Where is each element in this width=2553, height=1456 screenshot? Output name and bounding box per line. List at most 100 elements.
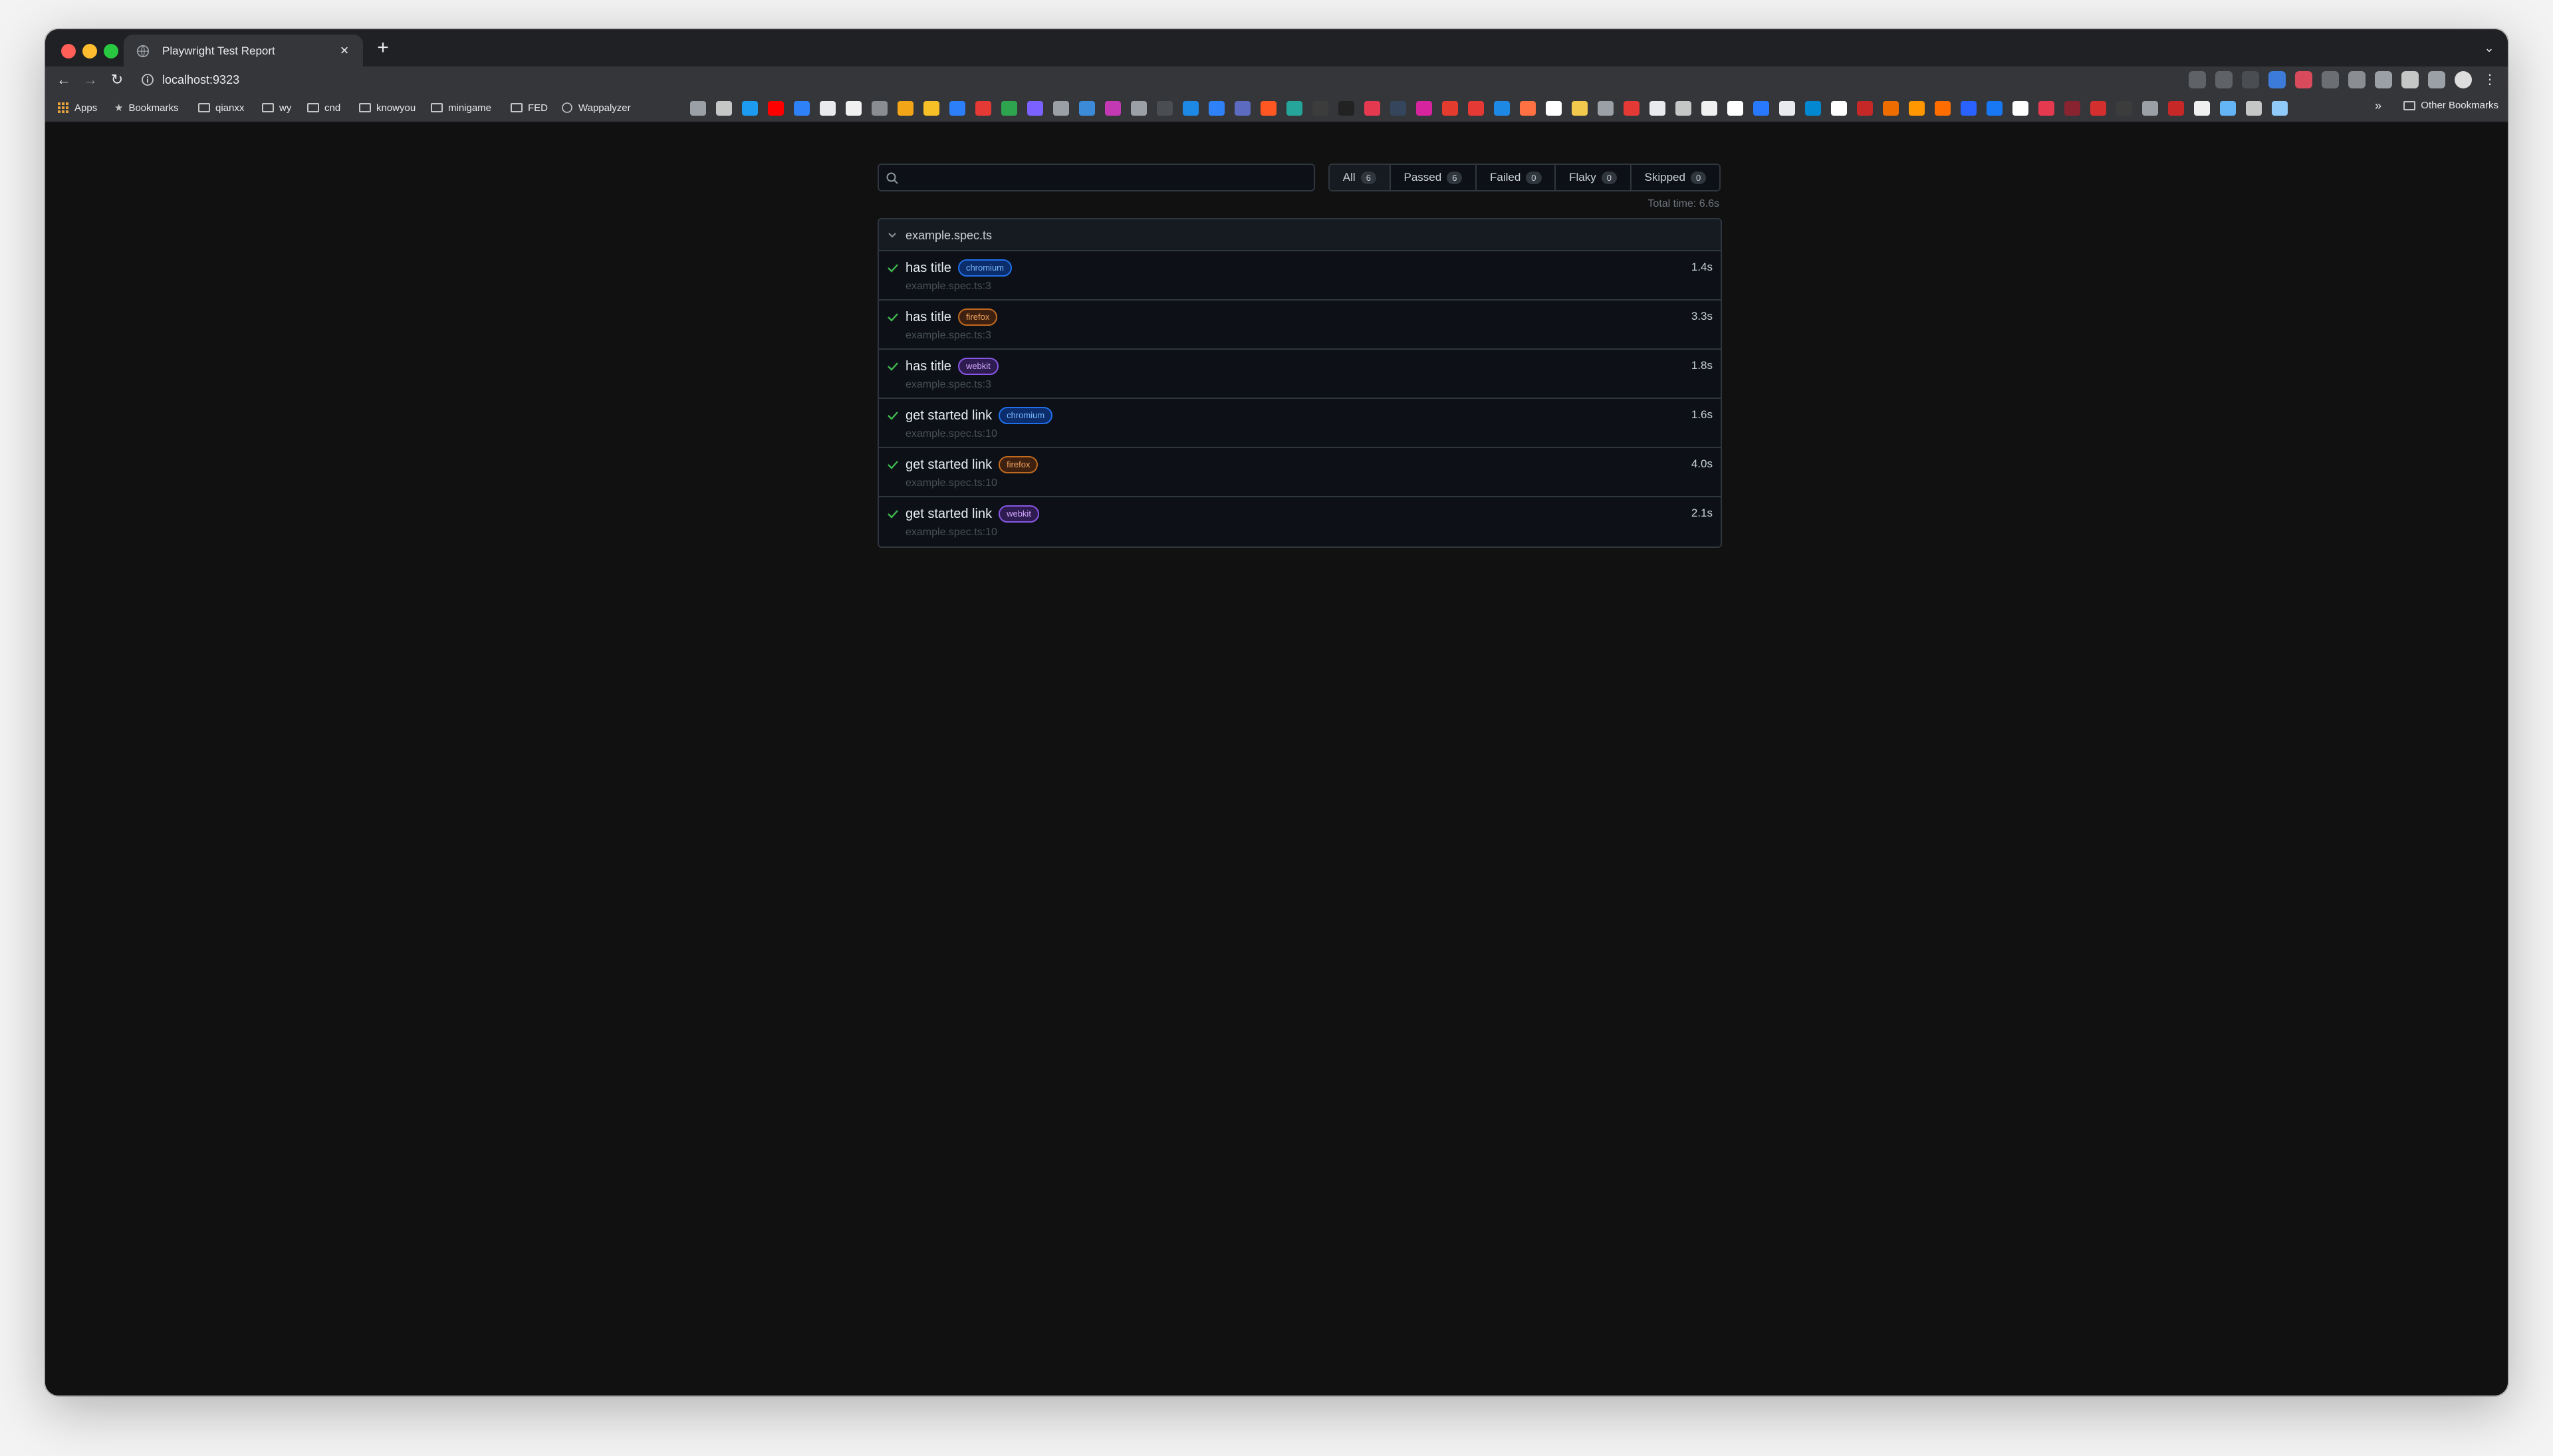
favicon-icon[interactable]: [2090, 101, 2106, 116]
search-field[interactable]: [878, 164, 1315, 191]
extension-icon[interactable]: [2348, 71, 2366, 88]
pocket-icon[interactable]: [2295, 71, 2312, 88]
favicon-icon[interactable]: [2194, 101, 2210, 116]
bookmark-folder-qianxx[interactable]: qianxx: [198, 100, 244, 116]
window-minimize-button[interactable]: [82, 44, 97, 59]
test-row[interactable]: get started link webkit example.spec.ts:…: [879, 497, 1721, 546]
favicon-icon[interactable]: [1261, 101, 1276, 116]
favicon-icon[interactable]: [1779, 101, 1795, 116]
favicon-icon[interactable]: [1831, 101, 1847, 116]
favicon-icon[interactable]: [1338, 101, 1354, 116]
address-bar[interactable]: localhost:9323: [162, 72, 239, 87]
favicon-icon[interactable]: [1235, 101, 1251, 116]
forward-button[interactable]: →: [81, 70, 100, 89]
favicon-icon[interactable]: [1079, 101, 1095, 116]
favicon-icon[interactable]: [1805, 101, 1821, 116]
favicon-icon[interactable]: [1027, 101, 1043, 116]
favicon-icon[interactable]: [1675, 101, 1691, 116]
favicon-icon[interactable]: [2246, 101, 2262, 116]
filter-flaky[interactable]: Flaky 0: [1556, 165, 1632, 190]
favicon-icon[interactable]: [1209, 101, 1225, 116]
favicon-icon[interactable]: [2116, 101, 2132, 116]
bookmark-folder-minigame[interactable]: minigame: [431, 100, 491, 116]
other-bookmarks[interactable]: Other Bookmarks: [2403, 100, 2498, 111]
favicon-icon[interactable]: [1701, 101, 1717, 116]
project-label[interactable]: webkit: [957, 358, 999, 375]
pocket-icon[interactable]: [2038, 101, 2054, 116]
favicon-icon[interactable]: [2168, 101, 2184, 116]
filter-skipped[interactable]: Skipped 0: [1631, 165, 1719, 190]
favicon-icon[interactable]: [1572, 101, 1588, 116]
puzzle-icon[interactable]: [2401, 71, 2419, 88]
menu-icon[interactable]: ⋮: [2481, 71, 2498, 88]
window-close-button[interactable]: [61, 44, 76, 59]
favicon-icon[interactable]: [949, 101, 965, 116]
favicon-icon[interactable]: [1442, 101, 1458, 116]
youtube-icon[interactable]: [768, 101, 784, 116]
search-input[interactable]: [906, 168, 1304, 187]
favicon-icon[interactable]: [2012, 101, 2028, 116]
favicon-icon[interactable]: [2272, 101, 2288, 116]
tumblr-icon[interactable]: [1390, 101, 1406, 116]
favicon-icon[interactable]: [2142, 101, 2158, 116]
file-header[interactable]: example.spec.ts: [879, 219, 1721, 251]
new-tab-button[interactable]: +: [374, 38, 392, 58]
favicon-icon[interactable]: [1157, 101, 1173, 116]
bookmark-folder-cnd[interactable]: cnd: [307, 100, 340, 116]
test-row[interactable]: has title chromium example.spec.ts:3 1.4…: [879, 251, 1721, 301]
filter-passed[interactable]: Passed 6: [1390, 165, 1477, 190]
test-row[interactable]: get started link firefox example.spec.ts…: [879, 448, 1721, 497]
bookmark-wappalyzer[interactable]: Wappalyzer: [561, 100, 631, 116]
favicon-icon[interactable]: [1857, 101, 1873, 116]
favicon-icon[interactable]: [923, 101, 939, 116]
extension-icon[interactable]: [2322, 71, 2339, 88]
side-panel-icon[interactable]: [2428, 71, 2445, 88]
favicon-icon[interactable]: [1598, 101, 1614, 116]
favicon-icon[interactable]: [690, 101, 706, 116]
favicon-icon[interactable]: [2064, 101, 2080, 116]
test-row[interactable]: get started link chromium example.spec.t…: [879, 399, 1721, 448]
facebook-icon[interactable]: [1987, 101, 2003, 116]
star-icon[interactable]: [2215, 71, 2233, 88]
favicon-icon[interactable]: [1053, 101, 1069, 116]
favicon-icon[interactable]: [1286, 101, 1302, 116]
share-icon[interactable]: [2189, 71, 2206, 88]
filter-all[interactable]: All 6: [1330, 165, 1391, 190]
favicon-icon[interactable]: [1546, 101, 1562, 116]
favicon-icon[interactable]: [1183, 101, 1199, 116]
favicon-icon[interactable]: [794, 101, 810, 116]
favicon-icon[interactable]: [1468, 101, 1484, 116]
project-label[interactable]: webkit: [999, 505, 1039, 523]
favicon-icon[interactable]: [1131, 101, 1147, 116]
avatar[interactable]: [2455, 71, 2472, 88]
close-tab-icon[interactable]: ×: [336, 43, 352, 59]
browser-tab[interactable]: Playwright Test Report ×: [124, 35, 363, 66]
instagram-icon[interactable]: [1416, 101, 1432, 116]
bookmark-folder-knowyou[interactable]: knowyou: [359, 100, 416, 116]
bookmark-apps[interactable]: Apps: [57, 100, 97, 116]
favicon-icon[interactable]: [1883, 101, 1899, 116]
favicon-icon[interactable]: [1001, 101, 1017, 116]
project-label[interactable]: chromium: [999, 407, 1053, 424]
chevron-down-icon[interactable]: [886, 229, 899, 242]
favicon-icon[interactable]: [1935, 101, 1951, 116]
bookmark-folder-fed[interactable]: FED: [511, 100, 548, 116]
favicon-icon[interactable]: [2220, 101, 2236, 116]
favicon-icon[interactable]: [898, 101, 913, 116]
project-label[interactable]: chromium: [957, 259, 1013, 277]
twitter-icon[interactable]: [742, 101, 758, 116]
favicon-icon[interactable]: [872, 101, 888, 116]
extension-icon[interactable]: [2375, 71, 2392, 88]
back-button[interactable]: ←: [55, 70, 73, 89]
favicon-icon[interactable]: [1753, 101, 1769, 116]
bookmark-folder-wy[interactable]: wy: [262, 100, 291, 116]
favicon-icon[interactable]: [1961, 101, 1977, 116]
filter-failed[interactable]: Failed 0: [1477, 165, 1556, 190]
extension-icon[interactable]: [2242, 71, 2259, 88]
test-row[interactable]: has title webkit example.spec.ts:3 1.8s: [879, 350, 1721, 399]
favicon-icon[interactable]: [975, 101, 991, 116]
test-row[interactable]: has title firefox example.spec.ts:3 3.3s: [879, 301, 1721, 350]
favicon-icon[interactable]: [1312, 101, 1328, 116]
favicon-icon[interactable]: [1520, 101, 1536, 116]
bookmark-bookmarks[interactable]: ★ Bookmarks: [114, 100, 178, 116]
